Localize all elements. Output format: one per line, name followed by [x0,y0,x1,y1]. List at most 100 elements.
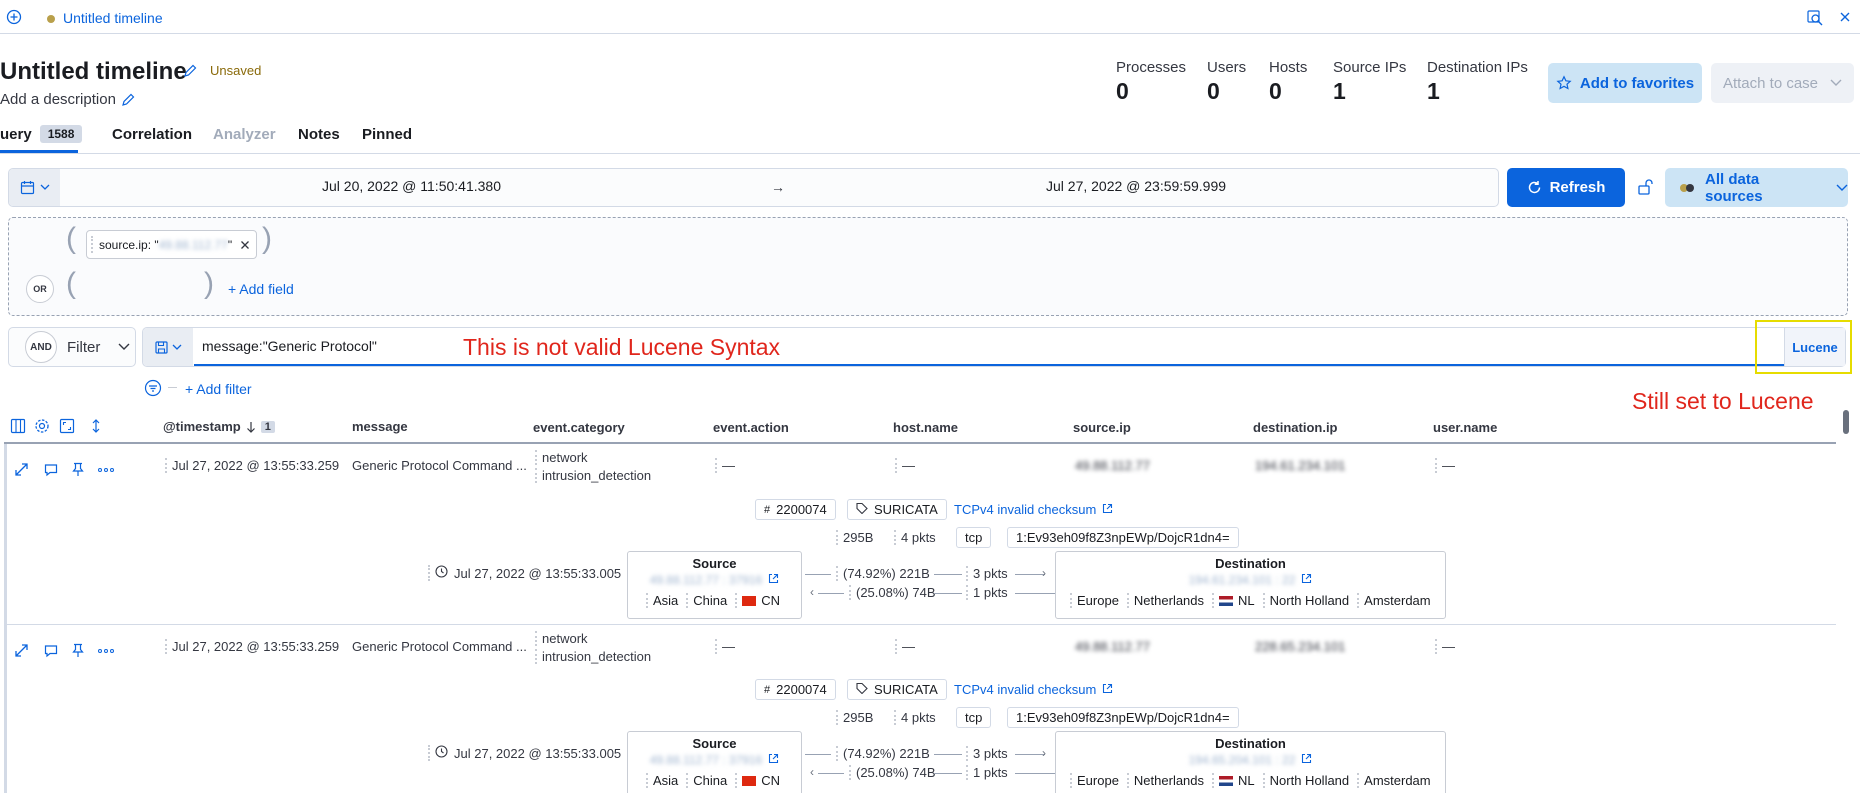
cell-message[interactable]: Generic Protocol Command ... [352,639,527,654]
cell-source-ip[interactable]: 49.88.112.77 [1075,458,1150,473]
flow-out-percent[interactable]: (74.92%) 221B [836,566,930,581]
cell-category-network[interactable]: network [535,450,588,465]
cell-destination-ip[interactable]: 194.61.234.101 [1255,458,1345,473]
destination-continent[interactable]: Europe [1070,593,1119,608]
close-icon[interactable] [1838,10,1852,24]
remove-pill-icon[interactable] [240,240,250,250]
data-provider-dropzone[interactable] [8,217,1848,316]
module-badge[interactable]: SURICATA [847,499,947,520]
source-country[interactable]: China [686,593,727,608]
flow-in-percent[interactable]: (25.08%) 74B [849,585,936,600]
description-text[interactable]: Add a description [0,91,116,108]
signature-id-badge[interactable]: #2200074 [755,499,836,520]
flow-in-packets[interactable]: 1 pkts [966,585,1008,600]
expand-icon[interactable] [14,462,29,477]
destination-country-code[interactable]: NL [1212,593,1255,608]
tab-correlation[interactable]: Correlation [112,126,192,143]
community-id-badge[interactable]: 1:Ev93eh09f8Z3npEWp/DojcR1dn4= [1007,707,1239,728]
unlock-icon[interactable] [1636,178,1654,196]
add-circle-icon[interactable] [6,9,22,25]
cell-category-intrusion[interactable]: intrusion_detection [535,468,651,483]
destination-country[interactable]: Netherlands [1126,773,1204,788]
flow-out-packets[interactable]: 3 pkts [966,566,1008,581]
saved-query-button[interactable] [143,328,193,366]
column-header-user-name[interactable]: user.name [1433,420,1497,435]
flow-in-packets[interactable]: 1 pkts [966,765,1008,780]
destination-region[interactable]: North Holland [1262,593,1349,608]
sort-icon[interactable] [90,418,102,434]
signature-link[interactable]: TCPv4 invalid checksum [954,502,1113,517]
pin-icon[interactable] [71,462,85,477]
source-address[interactable]: 49.88.112.77 : 37916 [628,573,801,587]
column-header-event-action[interactable]: event.action [713,420,789,435]
quick-menu-button[interactable] [9,169,60,206]
column-header-message[interactable]: message [352,419,408,434]
signature-link[interactable]: TCPv4 invalid checksum [954,682,1113,697]
tab-analyzer[interactable]: Analyzer [213,126,276,143]
column-header-destination-ip[interactable]: destination.ip [1253,420,1338,435]
destination-country[interactable]: Netherlands [1126,593,1204,608]
cell-source-ip[interactable]: 49.88.112.77 [1075,639,1150,654]
destination-address[interactable]: 194.61.234.101 : 22 [1056,573,1445,587]
scrollbar-thumb[interactable] [1843,410,1849,434]
destination-region[interactable]: North Holland [1262,773,1349,788]
cell-host-name[interactable]: — [895,458,915,473]
source-continent[interactable]: Asia [646,593,678,608]
cell-host-name[interactable]: — [895,639,915,654]
cell-category-intrusion[interactable]: intrusion_detection [535,649,651,664]
drag-handle-icon[interactable] [91,236,93,253]
protocol-badge[interactable]: tcp [956,527,992,548]
query-input[interactable]: message:"Generic Protocol" [202,338,377,354]
cell-category-network[interactable]: network [535,631,588,646]
filter-menu-icon[interactable] [144,379,162,397]
flow-out-percent[interactable]: (74.92%) 221B [836,746,930,761]
bytes-value[interactable]: 295B [836,710,873,725]
flow-in-percent[interactable]: (25.08%) 74B [849,765,936,780]
module-badge[interactable]: SURICATA [847,679,947,700]
column-header-timestamp[interactable]: @timestamp 1 [163,419,275,434]
columns-icon[interactable] [10,418,26,434]
cell-timestamp[interactable]: Jul 27, 2022 @ 13:55:33.259 [165,639,339,654]
start-date[interactable]: Jul 20, 2022 @ 11:50:41.380 [322,178,501,194]
data-provider-pill[interactable]: source.ip: "49.88.112.77" [86,230,258,259]
more-actions-icon[interactable] [98,649,114,653]
packets-value[interactable]: 4 pkts [894,530,936,545]
add-to-favorites-button[interactable]: Add to favorites [1548,63,1702,103]
end-date[interactable]: Jul 27, 2022 @ 23:59:59.999 [1046,178,1226,194]
destination-city[interactable]: Amsterdam [1357,593,1431,608]
source-continent[interactable]: Asia [646,773,678,788]
attach-to-case-button[interactable]: Attach to case [1711,63,1854,103]
cell-user-name[interactable]: — [1435,458,1455,473]
source-country[interactable]: China [686,773,727,788]
pin-icon[interactable] [71,643,85,658]
destination-country-code[interactable]: NL [1212,773,1255,788]
tab-pinned[interactable]: Pinned [362,126,412,143]
cell-user-name[interactable]: — [1435,639,1455,654]
packets-value[interactable]: 4 pkts [894,710,936,725]
column-header-source-ip[interactable]: source.ip [1073,420,1131,435]
add-field-button[interactable]: + Add field [228,281,294,297]
more-actions-icon[interactable] [98,468,114,472]
cell-event-action[interactable]: — [715,639,735,654]
event-time[interactable]: Jul 27, 2022 @ 13:55:33.005 [428,745,621,761]
flow-out-packets[interactable]: 3 pkts [966,746,1008,761]
cell-event-action[interactable]: — [715,458,735,473]
event-time[interactable]: Jul 27, 2022 @ 13:55:33.005 [428,565,621,581]
tab-notes[interactable]: Notes [298,126,340,143]
community-id-badge[interactable]: 1:Ev93eh09f8Z3npEWp/DojcR1dn4= [1007,527,1239,548]
source-address[interactable]: 49.88.112.77 : 37916 [628,753,801,767]
destination-continent[interactable]: Europe [1070,773,1119,788]
comment-icon[interactable] [44,644,58,658]
column-header-host-name[interactable]: host.name [893,420,958,435]
data-sources-button[interactable]: All data sources [1665,168,1848,207]
cell-timestamp[interactable]: Jul 27, 2022 @ 13:55:33.259 [165,458,339,473]
edit-title-icon[interactable] [182,63,198,79]
expand-icon[interactable] [14,643,29,658]
source-country-code[interactable]: CN [735,593,780,608]
refresh-button[interactable]: Refresh [1507,168,1625,207]
tab-query[interactable]: uery 1588 [0,125,83,143]
filter-operator-selector[interactable]: AND Filter [8,327,136,367]
signature-id-badge[interactable]: #2200074 [755,679,836,700]
source-country-code[interactable]: CN [735,773,780,788]
fullscreen-icon[interactable] [59,418,75,434]
